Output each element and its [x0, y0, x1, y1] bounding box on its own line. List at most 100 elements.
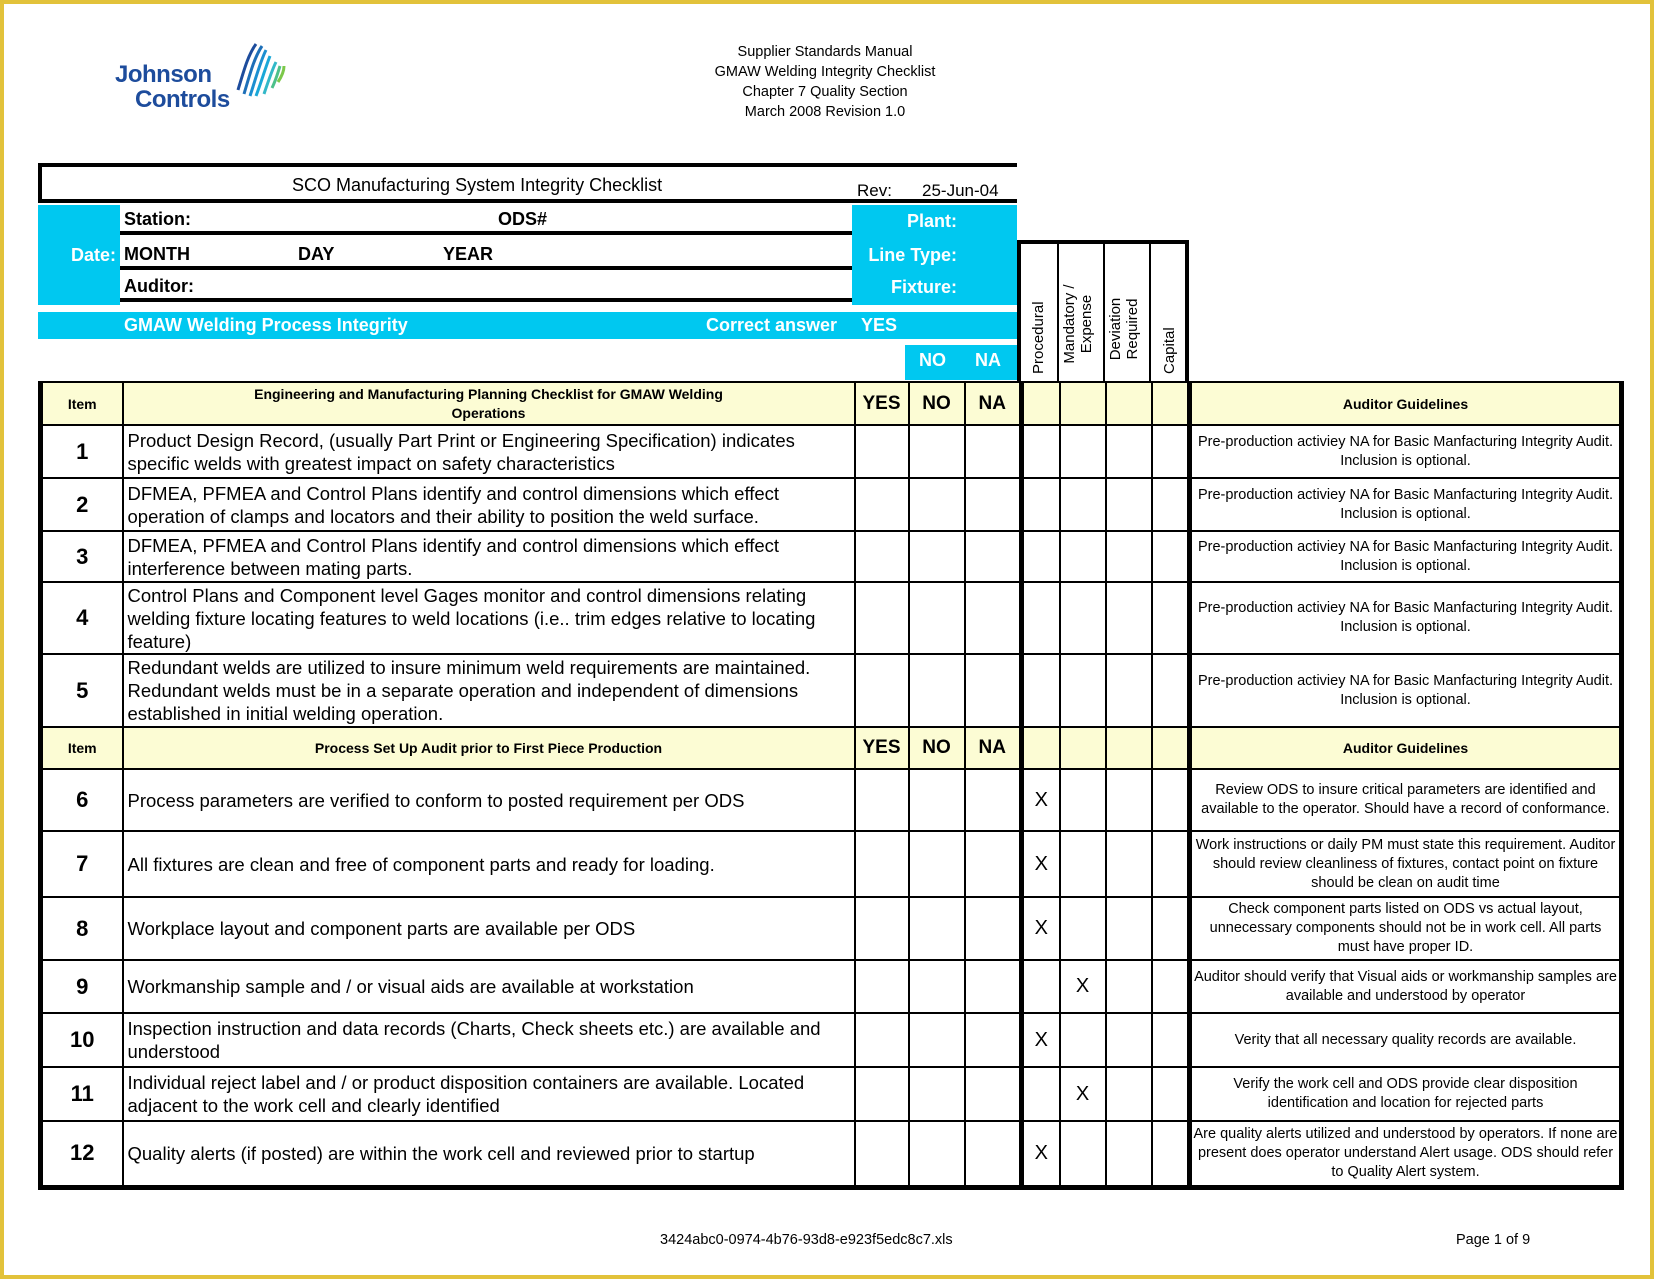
- answer-na-cell[interactable]: [963, 959, 1023, 1014]
- procedural-mark[interactable]: [1019, 653, 1061, 728]
- answer-na-cell[interactable]: [963, 653, 1023, 728]
- answer-yes-cell[interactable]: [853, 1012, 910, 1068]
- na-column-header: NA: [963, 381, 1023, 426]
- answer-yes-cell[interactable]: [853, 1066, 910, 1122]
- answer-yes-cell[interactable]: [853, 581, 910, 655]
- mandatory-mark[interactable]: [1058, 530, 1107, 583]
- answer-na-cell[interactable]: [963, 1120, 1023, 1190]
- date-row[interactable]: MONTH DAY YEAR: [120, 240, 852, 270]
- category-label: Capital: [1161, 327, 1178, 374]
- answer-yes-cell[interactable]: [853, 477, 910, 532]
- deviation-mark[interactable]: [1104, 477, 1153, 532]
- checklist-row: 9 Workmanship sample and / or visual aids…: [38, 959, 1624, 1014]
- answer-na-cell[interactable]: [963, 1012, 1023, 1068]
- mandatory-mark[interactable]: X: [1058, 1066, 1107, 1122]
- mandatory-mark[interactable]: [1058, 830, 1107, 898]
- capital-mark[interactable]: [1150, 768, 1191, 832]
- procedural-mark[interactable]: [1019, 530, 1061, 583]
- answer-na-cell[interactable]: [963, 477, 1023, 532]
- deviation-mark[interactable]: [1104, 830, 1153, 898]
- answer-no-cell[interactable]: [907, 1066, 966, 1122]
- procedural-mark[interactable]: X: [1019, 896, 1061, 961]
- auditor-row[interactable]: Auditor:: [120, 272, 852, 302]
- mandatory-mark[interactable]: [1058, 1012, 1107, 1068]
- answer-no-cell[interactable]: [907, 581, 966, 655]
- answer-na-cell[interactable]: [963, 1066, 1023, 1122]
- answer-no-cell[interactable]: [907, 830, 966, 898]
- procedural-mark[interactable]: X: [1019, 1120, 1061, 1190]
- capital-mark[interactable]: [1150, 1120, 1191, 1190]
- procedural-mark[interactable]: [1019, 1066, 1061, 1122]
- capital-mark[interactable]: [1150, 424, 1191, 479]
- answer-yes-cell[interactable]: [853, 424, 910, 479]
- answer-yes-cell[interactable]: [853, 530, 910, 583]
- answer-na-cell[interactable]: [963, 581, 1023, 655]
- capital-mark[interactable]: [1150, 830, 1191, 898]
- logo-wordmark: Johnson Controls: [115, 62, 230, 112]
- deviation-mark[interactable]: [1104, 768, 1153, 832]
- answer-no-cell[interactable]: [907, 1012, 966, 1068]
- capital-header-cell: [1150, 726, 1191, 770]
- procedural-mark[interactable]: [1019, 581, 1061, 655]
- answer-yes-cell[interactable]: [853, 896, 910, 961]
- answer-yes-cell[interactable]: [853, 1120, 910, 1190]
- capital-mark[interactable]: [1150, 530, 1191, 583]
- answer-na-cell[interactable]: [963, 530, 1023, 583]
- mandatory-mark[interactable]: [1058, 896, 1107, 961]
- auditor-guideline: Review ODS to insure critical parameters…: [1187, 768, 1624, 832]
- procedural-mark[interactable]: X: [1019, 768, 1061, 832]
- deviation-mark[interactable]: [1104, 896, 1153, 961]
- deviation-mark[interactable]: [1104, 530, 1153, 583]
- mandatory-mark[interactable]: [1058, 768, 1107, 832]
- station-row[interactable]: Station: ODS#: [120, 205, 852, 235]
- answer-no-cell[interactable]: [907, 477, 966, 532]
- answer-no-cell[interactable]: [907, 959, 966, 1014]
- deviation-mark[interactable]: [1104, 1120, 1153, 1190]
- procedural-mark[interactable]: X: [1019, 830, 1061, 898]
- procedural-mark[interactable]: X: [1019, 1012, 1061, 1068]
- capital-mark[interactable]: [1150, 1012, 1191, 1068]
- answer-yes-cell[interactable]: [853, 768, 910, 832]
- answer-no-cell[interactable]: [907, 768, 966, 832]
- answer-yes-cell[interactable]: [853, 653, 910, 728]
- mandatory-mark[interactable]: X: [1058, 959, 1107, 1014]
- answer-na-cell[interactable]: [963, 768, 1023, 832]
- section-label: GMAW Welding Process Integrity: [124, 315, 408, 335]
- mandatory-mark[interactable]: [1058, 1120, 1107, 1190]
- answer-no-cell[interactable]: [907, 530, 966, 583]
- capital-mark[interactable]: [1150, 653, 1191, 728]
- fixture-label: Fixture:: [890, 277, 957, 297]
- deviation-mark[interactable]: [1104, 959, 1153, 1014]
- capital-mark[interactable]: [1150, 1066, 1191, 1122]
- answer-no-cell[interactable]: [907, 424, 966, 479]
- answer-no-cell[interactable]: [907, 1120, 966, 1190]
- capital-mark[interactable]: [1150, 477, 1191, 532]
- answer-no-cell[interactable]: [907, 896, 966, 961]
- procedural-mark[interactable]: [1019, 959, 1061, 1014]
- answer-na-cell[interactable]: [963, 424, 1023, 479]
- procedural-mark[interactable]: [1019, 477, 1061, 532]
- item-number: 3: [38, 530, 124, 583]
- capital-mark[interactable]: [1150, 959, 1191, 1014]
- deviation-mark[interactable]: [1104, 1066, 1153, 1122]
- deviation-mark[interactable]: [1104, 653, 1153, 728]
- mandatory-mark[interactable]: [1058, 424, 1107, 479]
- correct-answer-label: Correct answer: [706, 315, 838, 335]
- capital-mark[interactable]: [1150, 896, 1191, 961]
- answer-na-cell[interactable]: [963, 830, 1023, 898]
- answer-yes-cell[interactable]: [853, 959, 910, 1014]
- capital-mark[interactable]: [1150, 581, 1191, 655]
- procedural-mark[interactable]: [1019, 424, 1061, 479]
- logo-line-1: Johnson: [115, 61, 212, 88]
- mandatory-mark[interactable]: [1058, 477, 1107, 532]
- mandatory-mark[interactable]: [1058, 653, 1107, 728]
- item-description: Product Design Record, (usually Part Pri…: [121, 424, 856, 479]
- deviation-mark[interactable]: [1104, 424, 1153, 479]
- answer-no-cell[interactable]: [907, 653, 966, 728]
- deviation-mark[interactable]: [1104, 581, 1153, 655]
- answer-yes-cell[interactable]: [853, 830, 910, 898]
- answer-na-cell[interactable]: [963, 896, 1023, 961]
- item-description: Individual reject label and / or product…: [121, 1066, 856, 1122]
- mandatory-mark[interactable]: [1058, 581, 1107, 655]
- deviation-mark[interactable]: [1104, 1012, 1153, 1068]
